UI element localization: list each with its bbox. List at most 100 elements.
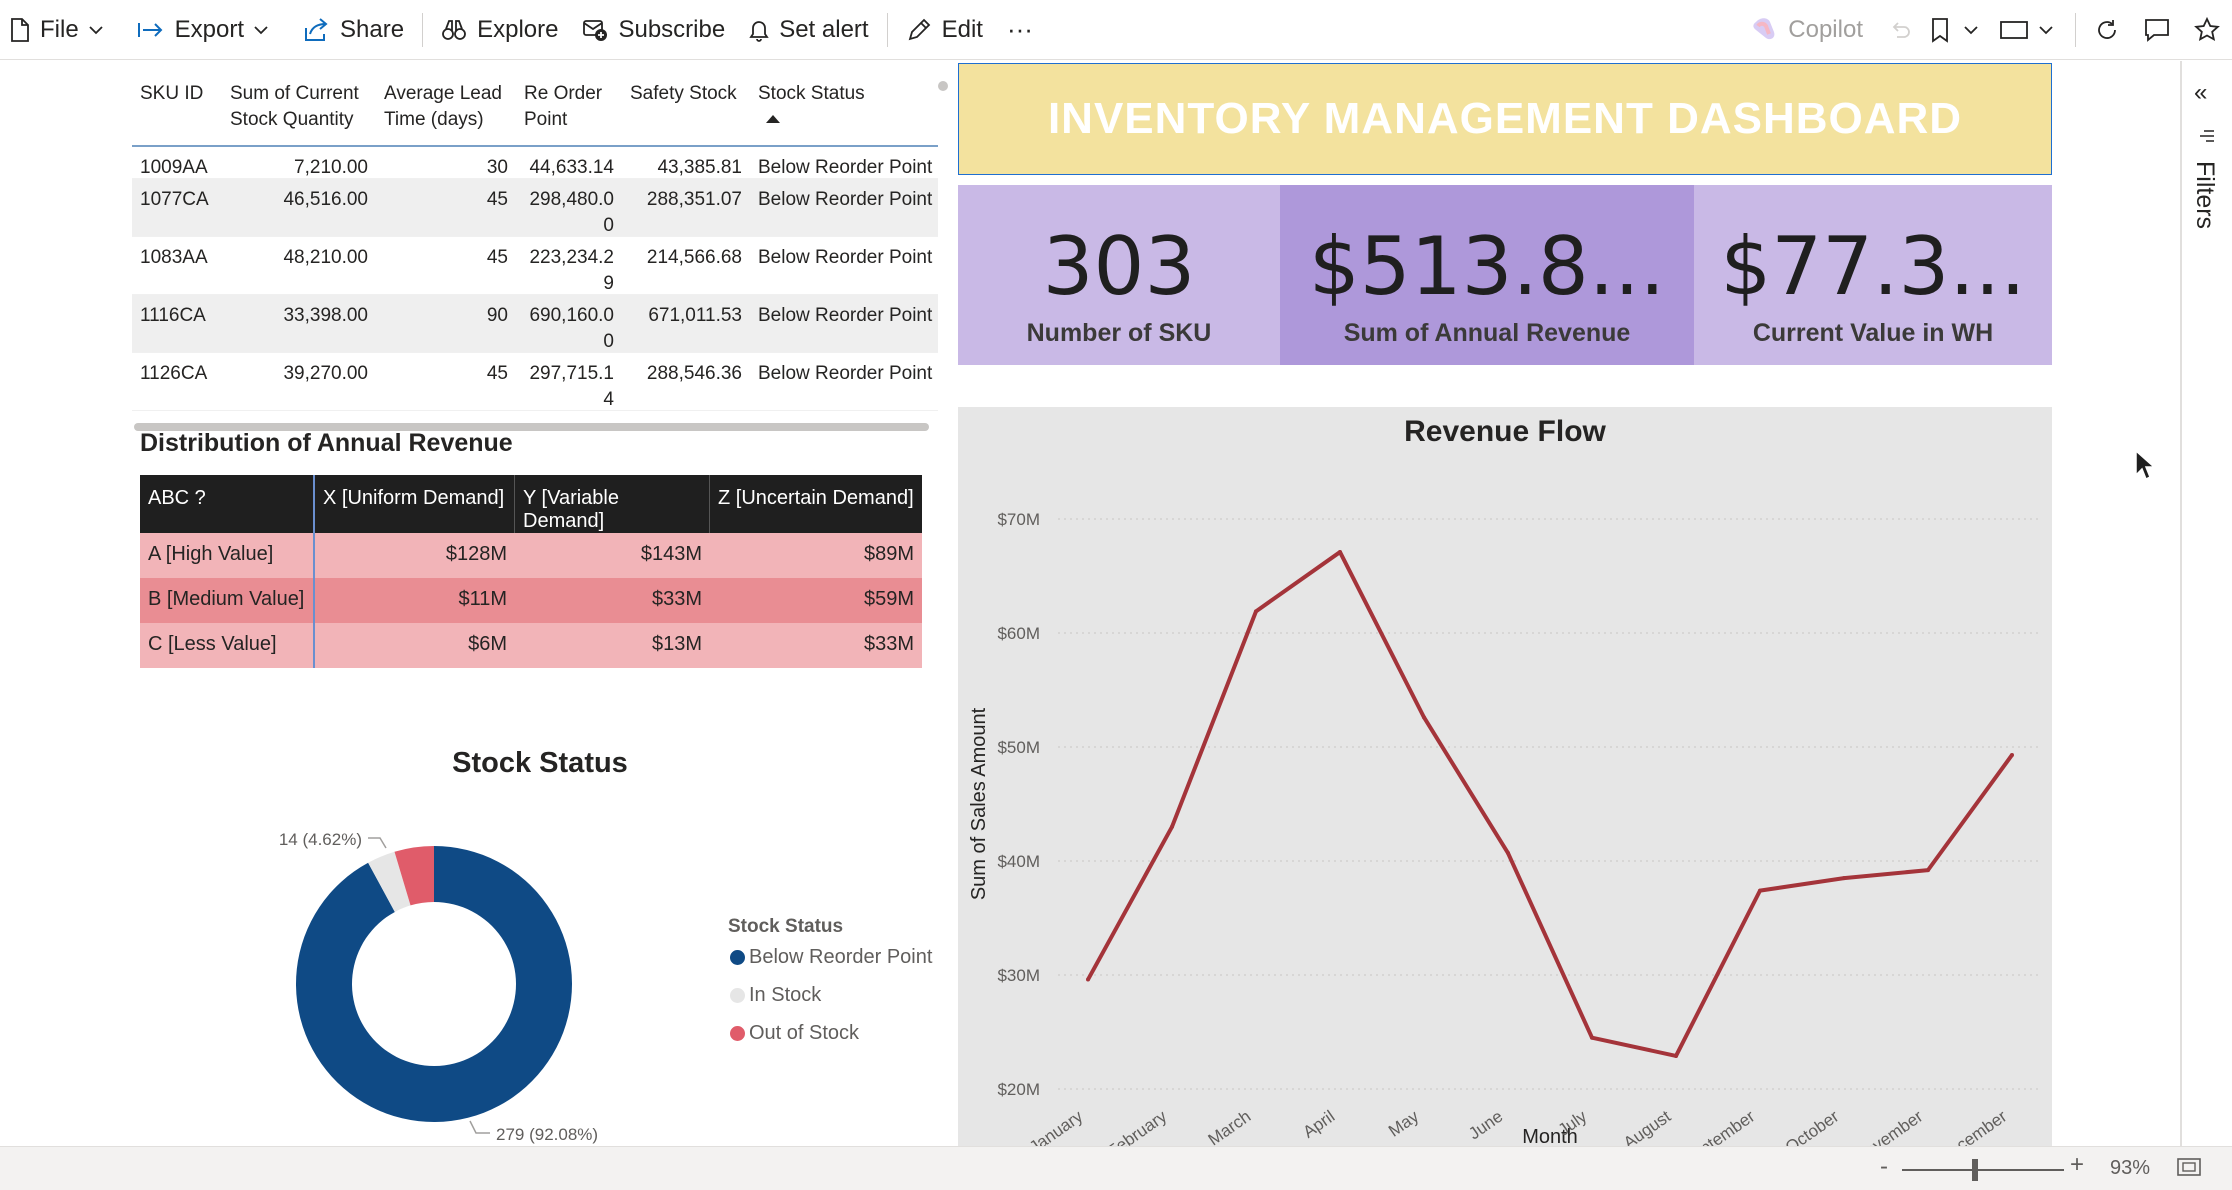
cell-stock-status: Below Reorder Point <box>758 247 933 268</box>
toolbar-right-group: Copilot <box>1738 0 2232 60</box>
vertical-scrollbar-thumb[interactable] <box>938 81 948 91</box>
cell-safety-stock: 288,351.07 <box>646 189 742 210</box>
cell-reorder-point: 223,234.29 <box>529 247 614 294</box>
filters-pane[interactable]: « Filters <box>2180 61 2232 1146</box>
sort-ascending-icon <box>766 115 780 123</box>
matrix-header-z[interactable]: Z [Uncertain Demand] <box>710 475 922 533</box>
data-point <box>1758 888 1762 893</box>
export-label: Export <box>174 15 245 43</box>
cell-reorder-point: 44,633.14 <box>529 157 614 178</box>
table-row[interactable]: 1116CA 33,398.00 90 690,160.00 671,011.53 Bel… <box>132 295 938 353</box>
matrix-cell: $143M <box>640 543 702 565</box>
matrix-header-abc[interactable]: ABC ? <box>140 475 315 533</box>
table-row[interactable]: 1009AA 7,210.00 30 44,633.14 43,385.81 Below … <box>132 147 938 179</box>
zoom-out-button[interactable]: - <box>1880 1153 1888 1181</box>
toolbar-divider <box>886 12 888 47</box>
kpi-card-warehouse-value[interactable]: $77.3... Current Value in WH <box>1694 185 2052 365</box>
cell-lead-time: 30 <box>486 157 508 178</box>
matrix-row-label: A [High Value] <box>140 533 315 578</box>
legend-item-out-of-stock[interactable]: Out of Stock <box>730 1022 859 1045</box>
share-label: Share <box>340 15 405 43</box>
star-icon <box>2194 17 2220 42</box>
refresh-button[interactable] <box>2082 0 2132 60</box>
copilot-button[interactable]: Copilot <box>1738 0 1875 60</box>
cell-lead-time: 90 <box>486 305 508 326</box>
filter-lines-icon <box>2200 130 2214 142</box>
filters-label[interactable]: Filters <box>2190 161 2219 229</box>
table-row[interactable]: 1077CA 46,516.00 45 298,480.00 288,351.07 Bel… <box>132 179 938 237</box>
column-header-reorder-point[interactable]: Re Order Point <box>516 71 622 145</box>
undo-button[interactable] <box>1875 0 1925 60</box>
refresh-icon <box>2098 20 2116 39</box>
data-label-out-of-stock: 14 (4.62%) <box>279 830 362 849</box>
legend-marker <box>730 1026 745 1041</box>
column-header-lead-time[interactable]: Average Lead Time (days) <box>376 71 516 145</box>
data-label-leader-line <box>469 1120 490 1134</box>
pencil-icon <box>908 18 930 40</box>
cell-stock-status: Below Reorder Point <box>758 157 933 178</box>
more-options-button[interactable]: ··· <box>995 0 1045 60</box>
cell-safety-stock: 43,385.81 <box>657 157 742 178</box>
favorite-button[interactable] <box>2182 0 2232 60</box>
set-alert-button[interactable]: Set alert <box>737 0 880 60</box>
cell-sku-id: 1009AA <box>140 157 208 178</box>
toolbar-divider <box>2075 13 2076 47</box>
x-tick-label: November <box>1851 1107 1926 1146</box>
export-menu[interactable]: Export <box>125 0 290 60</box>
matrix-cell: $13M <box>651 633 702 655</box>
kpi-card-annual-revenue[interactable]: $513.8... Sum of Annual Revenue <box>1280 185 1694 365</box>
cell-stock-quantity: 46,516.00 <box>283 189 368 210</box>
cell-reorder-point: 298,480.00 <box>529 189 614 236</box>
data-point <box>1170 824 1174 829</box>
view-button[interactable] <box>1983 0 2069 60</box>
subscribe-icon <box>583 19 608 41</box>
table-row[interactable]: 1126CA 39,270.00 45 297,715.14 288,546.36 Bel… <box>132 353 938 411</box>
legend-item-in-stock[interactable]: In Stock <box>730 984 821 1007</box>
kpi-label: Current Value in WH <box>1752 319 1994 347</box>
cell-sku-id: 1077CA <box>140 189 209 210</box>
column-header-safety-stock[interactable]: Safety Stock <box>622 71 750 145</box>
kpi-card-sku-count[interactable]: 303 Number of SKU <box>958 185 1280 365</box>
collapse-filters-icon[interactable]: « <box>2194 79 2207 107</box>
subscribe-button[interactable]: Subscribe <box>570 0 737 60</box>
matrix-header-y[interactable]: Y [Variable Demand] <box>515 475 710 533</box>
legend-item-below-reorder-point[interactable]: Below Reorder Point <box>730 946 932 969</box>
cell-lead-time: 45 <box>486 189 508 210</box>
matrix-row[interactable]: C [Less Value] $6M $13M $33M <box>140 623 922 668</box>
matrix-header-x[interactable]: X [Uniform Demand] <box>315 475 515 533</box>
explore-button[interactable]: Explore <box>429 0 570 60</box>
fit-to-page-icon[interactable] <box>2176 1157 2202 1177</box>
zoom-slider-track[interactable] <box>1902 1169 2064 1171</box>
revenue-flow-panel[interactable]: Revenue Flow $20M $30M $40M $50M $60M $70M Sum … <box>958 407 2052 1146</box>
subscribe-label: Subscribe <box>618 15 726 43</box>
x-tick-label: January <box>1026 1106 1087 1146</box>
x-tick-label: June <box>1465 1107 1506 1144</box>
data-point <box>1086 977 1090 982</box>
column-header-stock-quantity[interactable]: Sum of Current Stock Quantity <box>222 71 376 145</box>
cell-stock-quantity: 39,270.00 <box>283 363 368 384</box>
copilot-icon <box>1753 18 1775 40</box>
x-tick-label: April <box>1300 1107 1339 1142</box>
undo-icon <box>1892 22 1910 38</box>
comment-button[interactable] <box>2132 0 2182 60</box>
cell-stock-status: Below Reorder Point <box>758 305 933 326</box>
matrix-cell: $89M <box>863 543 914 565</box>
zoom-in-button[interactable]: + <box>2070 1151 2084 1179</box>
matrix-row[interactable]: A [High Value] $128M $143M $89M <box>140 533 922 578</box>
share-button[interactable]: Share <box>290 0 416 60</box>
share-icon <box>305 17 328 41</box>
table-row[interactable]: 1083AA 48,210.00 45 223,234.29 214,566.68 Bel… <box>132 237 938 295</box>
report-toolbar: File Export Share Explore Subscribe Set … <box>0 0 2232 60</box>
zoom-level: 93% <box>2110 1157 2151 1179</box>
toolbar-divider <box>422 12 424 47</box>
table-body: 1009AA 7,210.00 30 44,633.14 43,385.81 Below … <box>132 147 938 411</box>
zoom-slider-thumb[interactable] <box>1972 1159 1978 1181</box>
column-header-stock-status[interactable]: Stock Status <box>750 71 938 145</box>
matrix-row[interactable]: B [Medium Value] $11M $33M $59M <box>140 578 922 623</box>
file-menu[interactable]: File <box>0 0 125 60</box>
cell-reorder-point: 690,160.00 <box>529 305 614 352</box>
bookmark-button[interactable] <box>1925 0 1983 60</box>
column-header-sku-id[interactable]: SKU ID <box>132 71 222 145</box>
matrix-cell: $33M <box>863 633 914 655</box>
edit-button[interactable]: Edit <box>894 0 995 60</box>
